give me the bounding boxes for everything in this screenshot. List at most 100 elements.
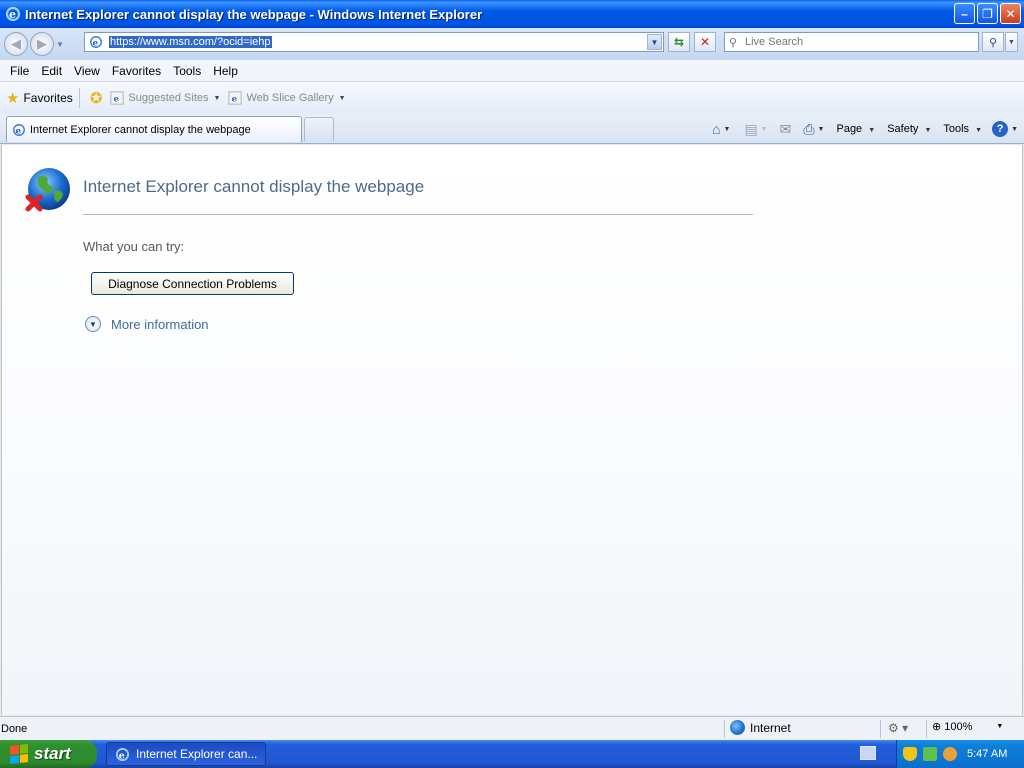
svg-text:e: e (232, 95, 238, 105)
menu-view[interactable]: View (68, 64, 106, 78)
favorites-bar: ★ Favorites ✪ e Suggested Sites ▼ e Web … (0, 82, 1024, 114)
zone-label: Internet (750, 720, 791, 735)
web-slice-gallery-label: Web Slice Gallery (246, 92, 334, 104)
refresh-icon: ⇆ (673, 35, 685, 49)
safety-menu[interactable]: Safety ▼ (887, 123, 931, 135)
status-text: Done (1, 722, 28, 735)
address-row: ◀ ▶ ▼ e https://www.msn.com/?ocid=iehp ▼… (0, 28, 1024, 60)
menu-file[interactable]: File (4, 64, 35, 78)
chevron-down-icon: ▼ (868, 127, 876, 134)
feeds-icon[interactable]: ▤ (744, 121, 757, 138)
tab-current[interactable]: e Internet Explorer cannot display the w… (6, 116, 302, 142)
chevron-down-icon[interactable]: ▼ (996, 723, 1003, 730)
diagnose-connection-problems-button[interactable]: Diagnose Connection Problems (91, 272, 294, 295)
menu-edit[interactable]: Edit (35, 64, 68, 78)
chevron-down-icon[interactable]: ▼ (214, 95, 221, 102)
window-title: Internet Explorer cannot display the web… (25, 6, 483, 22)
tools-menu[interactable]: Tools ▼ (943, 123, 982, 135)
stop-button[interactable]: ✕ (694, 32, 716, 52)
read-mail-icon[interactable]: ✉ (780, 121, 792, 138)
keyboard-icon[interactable] (860, 746, 876, 760)
home-icon[interactable]: ⌂ (712, 121, 720, 137)
back-button[interactable]: ◀ (4, 32, 28, 56)
divider (83, 214, 753, 215)
print-icon[interactable]: ⎙ (803, 121, 814, 138)
status-divider (880, 720, 881, 738)
new-tab-button[interactable] (304, 117, 334, 141)
search-icon[interactable] (943, 747, 957, 761)
page-menu[interactable]: Page ▼ (836, 123, 875, 135)
suggested-sites-label: Suggested Sites (128, 92, 209, 104)
arrow-right-icon: ▶ (37, 36, 47, 51)
command-bar: ⌂ ▼ ▤ ▼ ✉ ⎙ ▼ Page ▼ Safety ▼ Tools ▼ ? … (706, 118, 1018, 140)
ie-logo-icon: e (5, 6, 21, 22)
refresh-button[interactable]: ⇆ (668, 32, 690, 52)
chevron-down-icon[interactable]: ▼ (761, 126, 768, 133)
svg-text:e: e (9, 8, 16, 21)
close-button[interactable]: ✕ (1000, 3, 1021, 24)
protected-mode-icon[interactable]: ⚙ ▾ (888, 721, 908, 735)
star-icon: ★ (6, 90, 20, 107)
network-icon[interactable] (923, 747, 937, 761)
chevron-down-icon: ▼ (924, 127, 932, 134)
address-dropdown-button[interactable]: ▼ (647, 34, 662, 50)
search-input[interactable] (745, 36, 965, 48)
ie-page-icon: e (228, 91, 243, 105)
security-zone[interactable]: Internet (730, 720, 791, 735)
chevron-down-icon[interactable]: ▼ (85, 316, 101, 332)
chevron-down-icon[interactable]: ▼ (818, 126, 825, 133)
search-button[interactable]: ⚲ (982, 32, 1004, 52)
svg-text:e: e (93, 39, 99, 49)
svg-text:e: e (16, 126, 22, 136)
tab-label: Internet Explorer cannot display the web… (30, 123, 251, 136)
ie-page-icon: e (13, 123, 25, 136)
clock: 5:47 AM (967, 748, 1008, 760)
page-menu-label: Page (836, 123, 863, 135)
address-bar[interactable]: e https://www.msn.com/?ocid=iehp ▼ (84, 32, 664, 52)
search-options-dropdown[interactable]: ▼ (1005, 32, 1018, 52)
safety-menu-label: Safety (887, 123, 919, 135)
internet-zone-icon (730, 720, 745, 735)
zoom-icon: ⊕ (932, 721, 945, 733)
menu-favorites[interactable]: Favorites (106, 64, 167, 78)
svg-text:e: e (119, 750, 125, 761)
search-box[interactable]: ⚲ (724, 32, 979, 52)
taskbar-ie-button[interactable]: e Internet Explorer can... (106, 742, 266, 766)
svg-text:e: e (114, 95, 120, 105)
toolbar-separator (78, 88, 80, 108)
chevron-down-icon[interactable]: ▼ (724, 126, 731, 133)
web-slice-gallery-link[interactable]: e Web Slice Gallery ▼ (228, 91, 346, 105)
more-information-row[interactable]: ▼ More information (85, 316, 209, 332)
recent-pages-dropdown[interactable]: ▼ (56, 40, 68, 49)
status-bar: Done Internet ⚙ ▾ ⊕ 100% ▼ (0, 716, 1024, 740)
add-to-favorites-icon[interactable]: ✪ (90, 89, 103, 107)
minimize-button[interactable]: – (954, 3, 975, 24)
suggested-sites-link[interactable]: e Suggested Sites ▼ (110, 91, 220, 105)
page-content: Internet Explorer cannot display the web… (1, 145, 1023, 715)
ie-logo-icon: e (115, 747, 130, 761)
chevron-down-icon[interactable]: ▼ (1011, 126, 1018, 133)
taskbar: start e Internet Explorer can... 5:47 AM (0, 740, 1024, 768)
stop-icon: ✕ (699, 35, 711, 49)
system-tray: 5:47 AM (896, 740, 1024, 768)
restore-button[interactable]: ❐ (977, 3, 998, 24)
window-controls: – ❐ ✕ (954, 3, 1021, 24)
start-button[interactable]: start (0, 740, 97, 768)
zoom-level: 100% (944, 720, 973, 733)
status-divider (724, 720, 725, 738)
page-title: Internet Explorer cannot display the web… (83, 177, 425, 196)
start-label: start (34, 744, 71, 763)
url-text[interactable]: https://www.msn.com/?ocid=iehp (109, 36, 272, 48)
help-icon[interactable]: ? (992, 121, 1009, 137)
security-shield-icon[interactable] (903, 747, 917, 761)
favorites-button[interactable]: ★ Favorites (6, 89, 73, 107)
tools-menu-label: Tools (943, 123, 970, 135)
search-icon: ⚲ (729, 36, 738, 49)
zoom-control[interactable]: ⊕ 100% ▼ (932, 720, 1003, 734)
more-information-link[interactable]: More information (111, 317, 209, 332)
chevron-down-icon[interactable]: ▼ (339, 95, 346, 102)
title-bar[interactable]: e Internet Explorer cannot display the w… (0, 0, 1024, 28)
menu-help[interactable]: Help (207, 64, 244, 78)
forward-button[interactable]: ▶ (30, 32, 54, 56)
menu-tools[interactable]: Tools (167, 64, 207, 78)
